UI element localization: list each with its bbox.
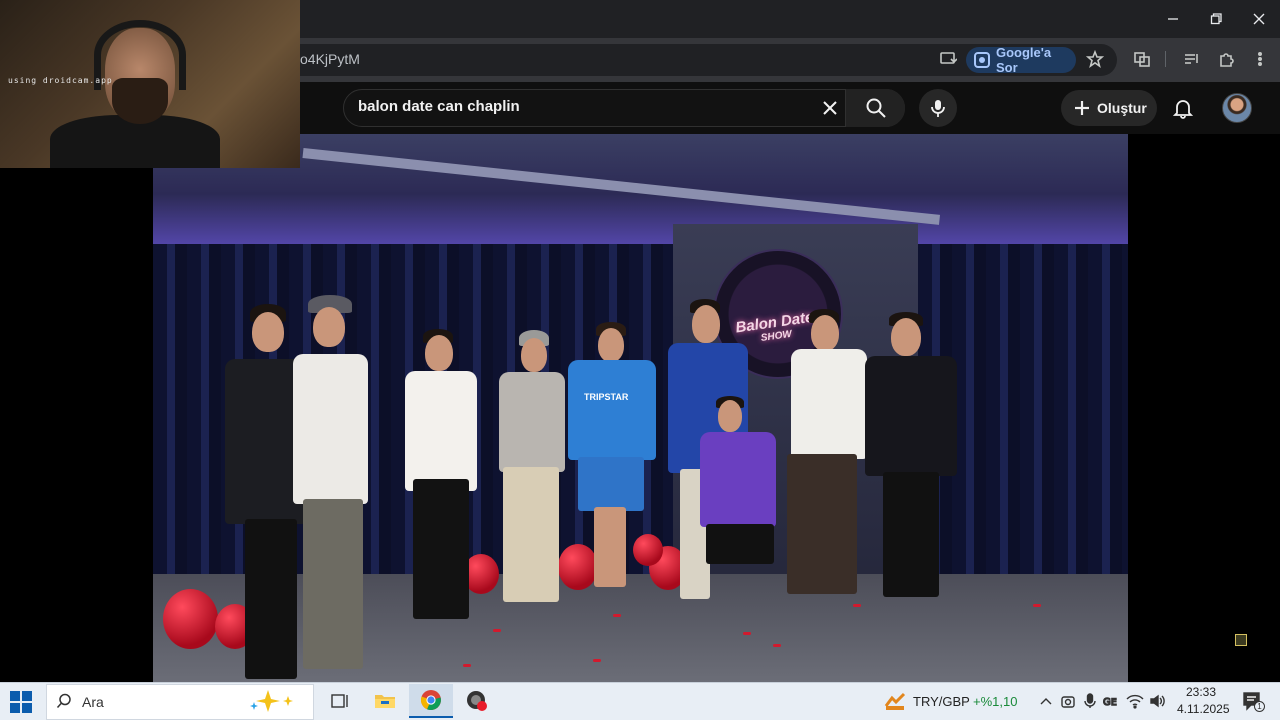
wifi-tray-icon[interactable] [1126,692,1144,710]
volume-tray-icon[interactable] [1149,692,1167,710]
ask-google-button[interactable]: Google'a Sor [966,45,1076,75]
balloon [163,589,218,649]
clear-search-button[interactable] [815,93,845,123]
close-icon [823,101,837,115]
folder-icon [375,695,395,708]
svg-text:G: G [1103,697,1111,708]
notifications-button[interactable] [1168,93,1198,123]
install-icon [940,52,957,64]
restore-button[interactable] [1196,4,1236,34]
address-bar-url[interactable]: o4KjPytM [300,51,360,67]
recording-app-button[interactable] [455,684,499,718]
close-window-button[interactable] [1239,4,1279,34]
account-avatar[interactable] [1222,93,1252,123]
windows-logo-icon [22,703,32,713]
windows-logo-icon [10,703,20,713]
toolbar-divider [1165,51,1166,67]
svg-text:E: E [1111,698,1117,708]
close-icon [1253,13,1265,25]
create-button-label: Oluştur [1097,100,1147,116]
youtube-search-query[interactable]: balon date can chaplin [358,98,520,115]
currency-change: +%1,10 [973,694,1018,709]
bookmark-button[interactable] [1081,45,1109,73]
chrome-menu-button[interactable] [1246,45,1274,73]
windows-logo-icon [22,691,32,701]
video-player[interactable]: Balon Date SHOW TRIPSTAR [153,134,1128,682]
voice-search-button[interactable] [919,89,957,127]
translate-button[interactable] [1128,45,1156,73]
screen: o4KjPytM Google'a Sor balon date can cha… [0,0,1280,720]
start-button[interactable] [10,691,32,713]
keyboard-layout-icon: GE [1103,696,1118,708]
show-hidden-icons-button[interactable] [1037,692,1055,710]
clock-time[interactable]: 23:33 [1186,685,1216,699]
currency-widget-icon [884,692,906,710]
restore-icon [1210,13,1222,25]
media-control-button[interactable] [1178,45,1206,73]
currency-pair[interactable]: TRY/GBP [913,694,970,709]
rose-petal [743,632,751,635]
microphone-icon [1084,693,1096,708]
rose-petal [1033,604,1041,607]
notification-center-button[interactable]: 1 [1241,690,1265,712]
media-queue-icon [1185,54,1198,64]
microphone-icon [931,100,945,117]
windows-logo-icon [10,691,20,701]
webcam-watermark: using droidcam.app [8,76,113,85]
translate-icon [1134,52,1150,67]
speaker-icon [1150,694,1165,708]
rose-petal [463,664,471,667]
minimize-icon [1168,18,1178,20]
task-view-icon [331,694,348,708]
search-icon [866,98,886,118]
corner-logo-icon [1235,634,1247,646]
camera-tray-icon[interactable] [1059,692,1077,710]
taskbar-search-placeholder[interactable]: Ara [82,694,104,710]
more-vertical-icon [1258,51,1263,67]
lens-icon [974,52,990,68]
bell-icon [1173,100,1193,119]
plus-icon [1075,101,1089,115]
microphone-tray-icon[interactable] [1081,692,1099,710]
install-app-button[interactable] [934,45,962,73]
keyboard-layout-tray-icon[interactable]: GE [1103,692,1121,710]
chrome-taskbar-button[interactable] [409,684,453,718]
record-icon [467,691,487,711]
star-icon [1086,50,1104,68]
ask-google-label: Google'a Sor [995,45,1052,75]
rose-petal [493,629,501,632]
jersey-print: TRIPSTAR [584,392,629,402]
rose-petal [613,614,621,617]
minimize-button[interactable] [1153,4,1193,34]
sparkle-icon [250,690,293,712]
chrome-icon [420,690,441,710]
rose-petal [773,644,781,647]
wifi-icon [1126,694,1144,709]
task-view-button[interactable] [318,684,362,718]
extensions-button[interactable] [1212,45,1240,73]
notification-count-badge: 1 [1254,701,1265,712]
rose-petal [593,659,601,662]
balloon [633,534,663,566]
studio-floor [153,574,1128,682]
balloon [558,544,598,590]
rose-petal [853,604,861,607]
puzzle-icon [1220,53,1234,67]
chevron-up-icon [1040,698,1052,705]
file-explorer-button[interactable] [363,684,407,718]
create-button[interactable]: Oluştur [1061,90,1157,126]
search-icon [56,693,71,708]
youtube-search-button[interactable] [845,89,905,127]
camera-icon [1061,696,1075,708]
webcam-overlay: using droidcam.app [0,0,300,168]
clock-date[interactable]: 4.11.2025 [1177,702,1230,716]
